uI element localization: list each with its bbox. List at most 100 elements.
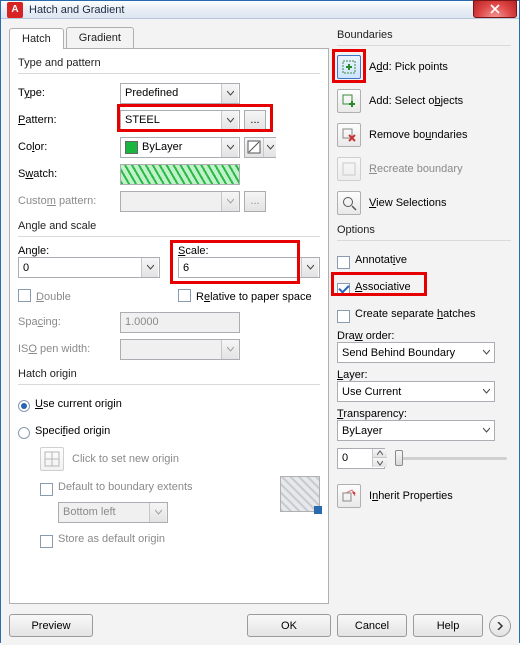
pattern-value: STEEL: [125, 114, 221, 126]
label-pattern: Pattern:: [18, 114, 120, 126]
label-swatch: Swatch:: [18, 168, 120, 180]
app-icon: A: [7, 2, 23, 18]
select-objects-add-icon: [341, 93, 357, 109]
group-hatch-origin: Hatch origin: [18, 368, 320, 380]
view-selections-button[interactable]: [337, 191, 361, 215]
swatch-preview[interactable]: [120, 164, 240, 185]
button-bar: Preview OK Cancel Help: [1, 610, 519, 645]
tab-hatch[interactable]: Hatch: [9, 28, 64, 49]
annotative-checkbox[interactable]: [337, 256, 350, 269]
label-double: Double: [36, 291, 71, 303]
store-default-checkbox: [40, 535, 53, 548]
chevron-down-icon: [221, 192, 238, 211]
preview-button[interactable]: Preview: [9, 614, 93, 637]
pattern-combo[interactable]: STEEL: [120, 110, 240, 131]
add-select-objects-button[interactable]: [337, 89, 361, 113]
separate-hatches-checkbox[interactable]: [337, 310, 350, 323]
set-origin-button: [40, 447, 64, 471]
bg-color-button[interactable]: [244, 137, 276, 158]
custom-pattern-browse: ...: [244, 191, 266, 212]
chevron-down-icon: [141, 258, 158, 277]
chevron-down-icon: [483, 386, 490, 398]
type-value: Predefined: [125, 87, 221, 99]
double-checkbox: [18, 289, 31, 302]
chevron-down-icon: [149, 503, 166, 522]
close-icon: [490, 4, 500, 14]
pattern-browse-button[interactable]: ...: [244, 110, 266, 131]
layer-combo[interactable]: Use Current: [337, 381, 495, 402]
label-iso-pen: ISO pen width:: [18, 343, 120, 355]
label-separate-hatches: Create separate hatches: [355, 308, 475, 320]
label-inherit-properties[interactable]: Inherit Properties: [369, 490, 453, 502]
target-icon: [44, 451, 60, 467]
recreate-icon: [341, 161, 357, 177]
label-add-select-objects[interactable]: Add: Select objects: [369, 95, 463, 107]
left-pane: Hatch Gradient Type and pattern Type: Pr…: [9, 27, 329, 604]
relative-checkbox[interactable]: [178, 289, 191, 302]
boundaries-title: Boundaries: [337, 29, 511, 41]
close-button[interactable]: [473, 0, 517, 18]
scale-value: 6: [183, 262, 301, 274]
type-combo[interactable]: Predefined: [120, 83, 240, 104]
draw-order-combo[interactable]: Send Behind Boundary: [337, 342, 495, 363]
label-associative: Associative: [355, 281, 411, 293]
label-spacing: Spacing:: [18, 316, 120, 328]
label-layer: Layer:: [337, 369, 511, 381]
extents-position-combo: Bottom left: [58, 502, 168, 523]
label-recreate-boundary: Recreate boundary: [369, 163, 463, 175]
options-title: Options: [337, 224, 511, 236]
label-transparency: Transparency:: [337, 408, 511, 420]
remove-boundaries-button[interactable]: [337, 123, 361, 147]
label-view-selections[interactable]: View Selections: [369, 197, 446, 209]
group-angle-scale: Angle and scale: [18, 220, 320, 232]
label-angle: Angle:: [18, 245, 160, 257]
spacing-input: 1.0000: [120, 312, 240, 333]
label-draw-order: Draw order:: [337, 330, 511, 342]
spinner-buttons[interactable]: [372, 449, 387, 467]
transparency-spinner[interactable]: 0: [337, 448, 385, 469]
label-specified-origin: Specified origin: [35, 425, 110, 437]
tab-panel-hatch: Type and pattern Type: Predefined Patter…: [9, 48, 329, 604]
label-store-default: Store as default origin: [58, 533, 165, 545]
chevron-down-icon: [221, 111, 238, 130]
angle-value: 0: [23, 262, 141, 274]
associative-checkbox[interactable]: [337, 283, 350, 296]
transparency-slider[interactable]: [391, 457, 511, 460]
transparency-combo[interactable]: ByLayer: [337, 420, 495, 441]
right-pane: Boundaries Add: Pick points Add: Select …: [337, 27, 511, 604]
angle-combo[interactable]: 0: [18, 257, 160, 278]
magnifier-icon: [341, 195, 357, 211]
cancel-button[interactable]: Cancel: [337, 614, 407, 637]
label-custom-pattern: Custom pattern:: [18, 195, 120, 207]
chevron-down-icon[interactable]: [373, 458, 387, 467]
slider-thumb[interactable]: [395, 450, 403, 466]
expand-button[interactable]: [489, 615, 511, 637]
ok-button[interactable]: OK: [247, 614, 331, 637]
origin-sub-panel: Click to set new origin Default to bound…: [40, 447, 320, 555]
color-swatch-icon: [125, 141, 138, 154]
label-color: Color:: [18, 141, 120, 153]
titlebar[interactable]: A Hatch and Gradient: [1, 1, 519, 19]
pick-points-add-icon: [341, 59, 357, 75]
tab-strip: Hatch Gradient: [9, 27, 329, 48]
dialog-window: A Hatch and Gradient Hatch Gradient Type…: [0, 0, 520, 643]
inherit-properties-button[interactable]: [337, 484, 361, 508]
help-button[interactable]: Help: [413, 614, 483, 637]
window-title: Hatch and Gradient: [29, 4, 124, 16]
tab-gradient[interactable]: Gradient: [66, 27, 134, 48]
scale-combo[interactable]: 6: [178, 257, 320, 278]
add-pick-points-button[interactable]: [337, 55, 361, 79]
color-combo[interactable]: ByLayer: [120, 137, 240, 158]
iso-pen-combo: [120, 339, 240, 360]
chevron-up-icon[interactable]: [373, 449, 387, 458]
origin-preview-icon: [280, 476, 320, 512]
chevron-down-icon: [263, 138, 276, 157]
label-remove-boundaries[interactable]: Remove boundaries: [369, 129, 467, 141]
chevron-down-icon: [221, 84, 238, 103]
chevron-right-icon: [496, 622, 504, 630]
use-current-origin-radio[interactable]: [18, 400, 30, 412]
specified-origin-radio[interactable]: [18, 427, 30, 439]
group-type-pattern: Type and pattern: [18, 57, 320, 69]
label-add-pick-points[interactable]: Add: Pick points: [369, 61, 448, 73]
chevron-down-icon: [483, 347, 490, 359]
